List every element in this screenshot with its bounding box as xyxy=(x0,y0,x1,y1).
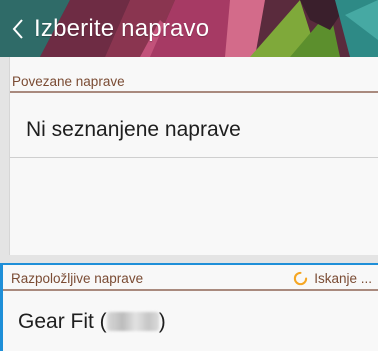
title-bar: Izberite napravo xyxy=(0,0,378,57)
chevron-left-icon xyxy=(12,18,23,39)
no-paired-device-text: Ni seznanjene naprave xyxy=(26,118,241,141)
page-title: Izberite napravo xyxy=(34,14,210,42)
device-name-suffix: ) xyxy=(158,310,166,333)
paired-section-header: Povezane naprave xyxy=(10,71,378,93)
paired-devices-panel: Povezane naprave Ni seznanjene naprave xyxy=(9,57,378,255)
searching-status: Iskanje ... xyxy=(293,271,378,286)
available-section-header: Razpoložljive naprave Iskanje ... xyxy=(3,267,378,291)
divider xyxy=(10,157,378,158)
content-area: Povezane naprave Ni seznanjene naprave R… xyxy=(0,57,378,351)
loading-spinner-icon xyxy=(294,271,308,285)
searching-label: Iskanje ... xyxy=(314,270,372,286)
redacted-id xyxy=(106,312,159,331)
list-item[interactable]: Gear Fit () xyxy=(18,310,166,334)
paired-section-title: Povezane naprave xyxy=(12,73,125,89)
available-section-title: Razpoložljive naprave xyxy=(11,270,144,286)
available-devices-panel: Razpoložljive naprave Iskanje ... Gear F… xyxy=(0,263,378,351)
device-name-prefix: Gear Fit ( xyxy=(18,310,107,333)
back-button[interactable]: Izberite napravo xyxy=(0,0,209,57)
